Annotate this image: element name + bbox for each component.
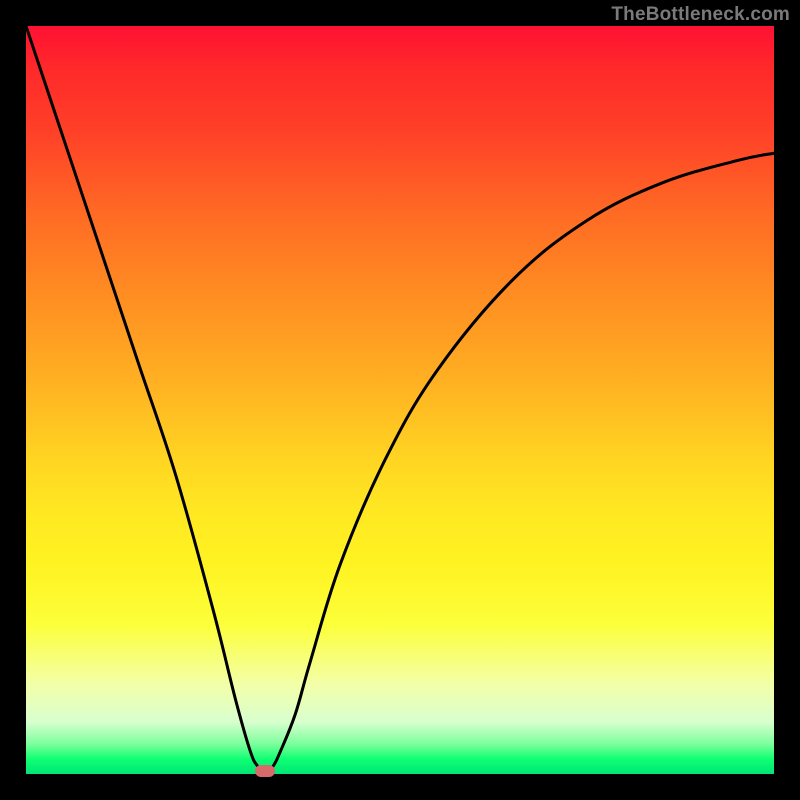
chart-frame: TheBottleneck.com [0, 0, 800, 800]
plot-area [26, 26, 774, 774]
min-marker [255, 765, 275, 777]
watermark-text: TheBottleneck.com [611, 4, 790, 26]
curve-layer [26, 26, 774, 774]
bottleneck-curve [26, 26, 774, 774]
